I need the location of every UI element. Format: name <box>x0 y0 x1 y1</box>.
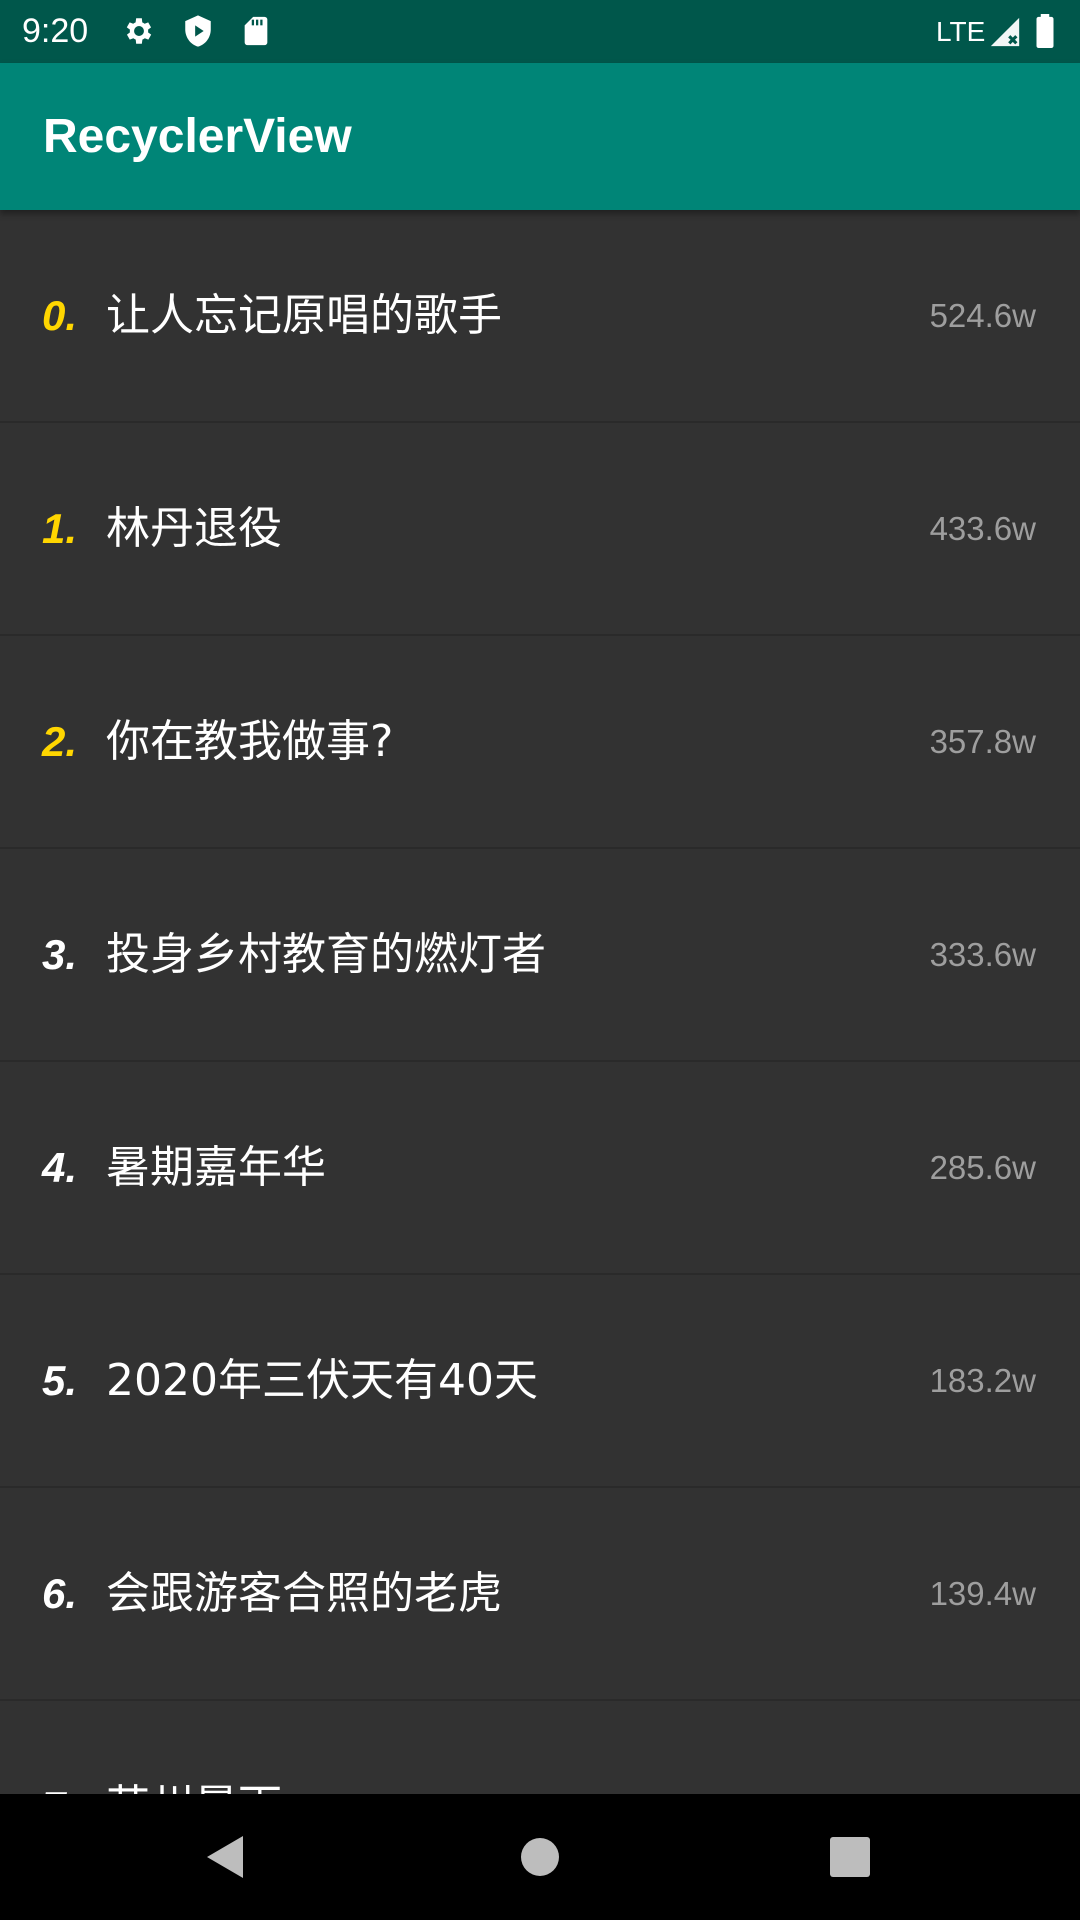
screen: 9:20 LTE RecyclerView 0. 让人忘记原唱的歌手 524.6… <box>0 0 1080 1920</box>
topic-title: 苏州暴雨 <box>106 1701 282 1794</box>
rank-number: 6. <box>42 1570 78 1617</box>
list-item[interactable]: 5. 2020年三伏天有40天 183.2w <box>0 1275 1080 1488</box>
topic-title: 你在教我做事? <box>106 716 394 767</box>
list-item[interactable]: 6. 会跟游客合照的老虎 139.4w <box>0 1488 1080 1701</box>
topic-title: 暑期嘉年华 <box>106 1142 326 1193</box>
rank-number: 0. <box>42 292 78 339</box>
list-item[interactable]: 1. 林丹退役 433.6w <box>0 423 1080 636</box>
rank-number: 4. <box>42 1144 78 1191</box>
navigation-bar <box>0 1794 1080 1920</box>
home-icon[interactable] <box>507 1824 573 1890</box>
list-item[interactable]: 3. 投身乡村教育的燃灯者 333.6w <box>0 849 1080 1062</box>
list-item[interactable]: 4. 暑期嘉年华 285.6w <box>0 1062 1080 1275</box>
topic-title: 会跟游客合照的老虎 <box>106 1568 502 1619</box>
recents-icon[interactable] <box>817 1824 883 1890</box>
topic-title: 2020年三伏天有40天 <box>106 1355 538 1406</box>
topic-title: 投身乡村教育的燃灯者 <box>106 929 546 980</box>
signal-icon <box>988 15 1022 49</box>
heat-count: 333.6w <box>929 936 1036 973</box>
rank-number: 2. <box>42 718 78 765</box>
rank-number: 7. <box>42 1701 77 1794</box>
sd-card-icon <box>239 14 273 48</box>
topic-title: 林丹退役 <box>106 503 282 554</box>
rank-number: 3. <box>42 931 78 978</box>
heat-count: 285.6w <box>929 1149 1036 1186</box>
app-bar: RecyclerView <box>0 63 1080 210</box>
app-title: RecyclerView <box>43 110 352 163</box>
heat-count: 357.8w <box>929 723 1036 760</box>
status-bar: 9:20 LTE <box>0 0 1080 63</box>
hot-topics-list[interactable]: 0. 让人忘记原唱的歌手 524.6w 1. 林丹退役 433.6w 2. 你在教我做事? 35… <box>0 210 1080 1794</box>
rank-number: 1. <box>42 505 78 552</box>
heat-count: 183.2w <box>929 1362 1036 1399</box>
topic-title: 让人忘记原唱的歌手 <box>106 290 502 341</box>
heat-count: 433.6w <box>929 510 1036 547</box>
list-item[interactable]: 0. 让人忘记原唱的歌手 524.6w <box>0 210 1080 423</box>
list-item[interactable]: 2. 你在教我做事? 357.8w <box>0 636 1080 849</box>
heat-count: 524.6w <box>929 297 1036 334</box>
battery-icon <box>1034 14 1056 48</box>
network-type: LTE <box>936 16 986 47</box>
status-time: 9:20 <box>22 12 89 50</box>
play-protect-icon <box>181 14 215 48</box>
list-item[interactable]: 7. 苏州暴雨 <box>0 1701 1080 1794</box>
rank-number: 5. <box>42 1357 78 1404</box>
back-icon[interactable] <box>193 1824 259 1890</box>
settings-gear-icon <box>122 14 156 48</box>
heat-count: 139.4w <box>929 1575 1036 1612</box>
